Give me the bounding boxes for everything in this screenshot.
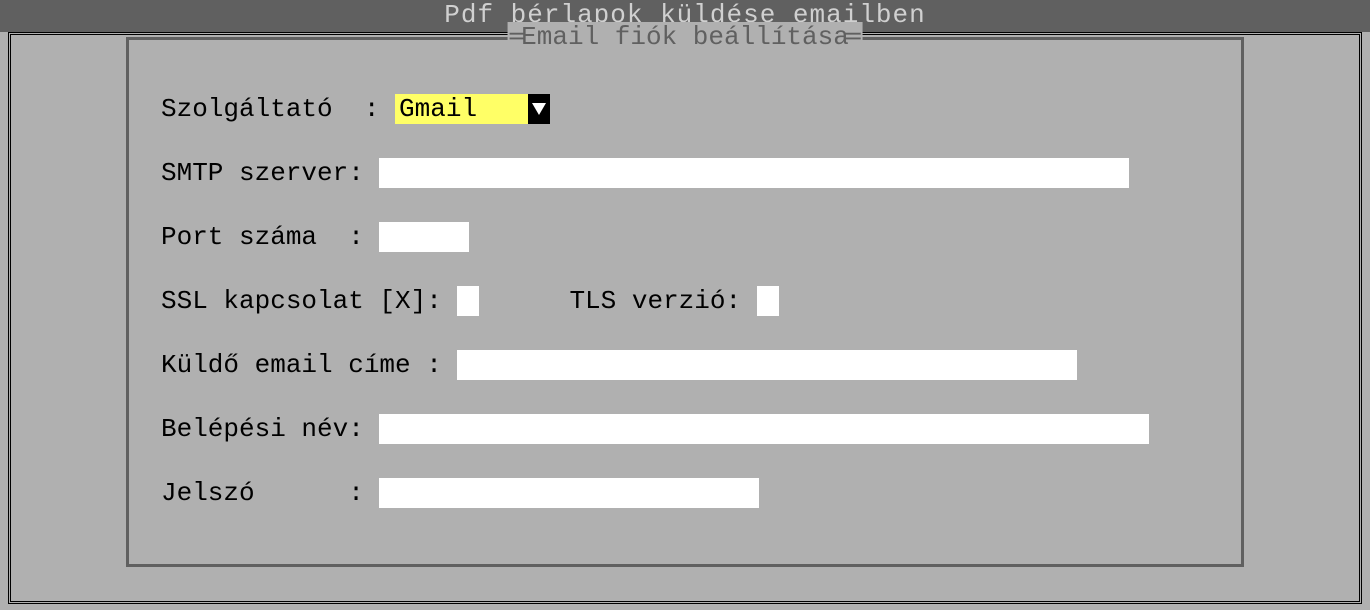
label-tls: TLS verzió:: [569, 286, 756, 316]
label-smtp: SMTP szerver:: [161, 158, 379, 188]
label-sender: Küldő email címe :: [161, 350, 457, 380]
label-login: Belépési név:: [161, 414, 379, 444]
tls-field[interactable]: [757, 286, 779, 316]
port-input[interactable]: [379, 222, 469, 252]
email-settings-panel: Email fiók beállítása Szolgáltató : Gmai…: [126, 37, 1244, 567]
label-port: Port száma :: [161, 222, 379, 252]
smtp-input[interactable]: [379, 158, 1129, 188]
row-ssl-tls: SSL kapcsolat [X]: TLS verzió:: [161, 282, 1209, 320]
panel-title: Email fiók beállítása: [510, 22, 861, 52]
row-port: Port száma :: [161, 218, 1209, 256]
form-area: Szolgáltató : Gmail SMTP szerver:: [161, 90, 1209, 512]
outer-frame: Email fiók beállítása Szolgáltató : Gmai…: [8, 32, 1362, 604]
label-provider: Szolgáltató :: [161, 94, 395, 124]
label-ssl: SSL kapcsolat [X]:: [161, 286, 457, 316]
sender-email-input[interactable]: [457, 350, 1077, 380]
password-input[interactable]: [379, 478, 759, 508]
ssl-field[interactable]: [457, 286, 479, 316]
fieldset-border: Email fiók beállítása Szolgáltató : Gmai…: [126, 37, 1244, 567]
login-input[interactable]: [379, 414, 1149, 444]
row-password: Jelszó :: [161, 474, 1209, 512]
panel-legend: Email fiók beállítása: [508, 22, 863, 52]
provider-selected[interactable]: Gmail: [395, 94, 528, 124]
row-sender: Küldő email címe :: [161, 346, 1209, 384]
row-provider: Szolgáltató : Gmail: [161, 90, 1209, 128]
row-smtp: SMTP szerver:: [161, 154, 1209, 192]
row-login: Belépési név:: [161, 410, 1209, 448]
chevron-down-icon[interactable]: [528, 94, 550, 124]
provider-dropdown[interactable]: Gmail: [395, 94, 550, 124]
label-password: Jelszó :: [161, 478, 379, 508]
